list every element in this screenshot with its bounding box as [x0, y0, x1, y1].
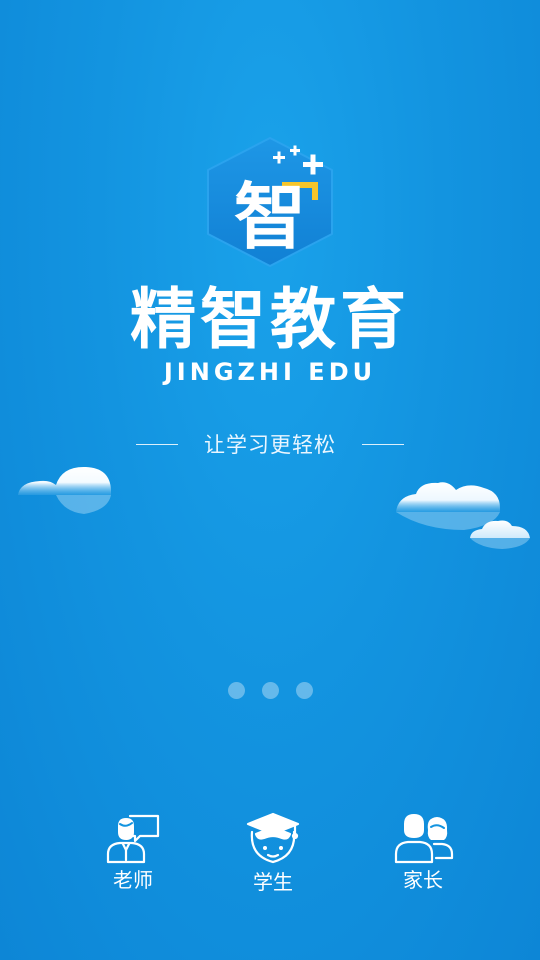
parent-label: 家长: [403, 868, 443, 892]
brand-subtitle: JINGZHI EDU: [163, 358, 377, 386]
logo-character: 智: [234, 175, 306, 259]
cloud-left-icon: [18, 466, 111, 514]
slogan-row: 让学习更轻松: [0, 426, 540, 462]
parent-icon: [394, 814, 454, 864]
brand-title: 精智教育: [130, 281, 410, 358]
parent-button[interactable]: 家长: [368, 810, 478, 900]
teacher-label: 老师: [113, 868, 153, 892]
page-dot[interactable]: [227, 682, 245, 699]
student-icon: [246, 812, 300, 864]
slogan-divider-right: [362, 443, 404, 445]
logo-badge-icon: 智: [207, 137, 333, 267]
teacher-button[interactable]: 老师: [78, 810, 188, 900]
app-logo: 智: [200, 134, 340, 270]
slogan-text: 让学习更轻松: [204, 433, 336, 457]
cloud-right-small-icon: [470, 520, 530, 549]
slogan-divider-left: [136, 443, 178, 445]
page-indicator: [0, 682, 540, 699]
teacher-icon: [106, 814, 160, 864]
page-dot[interactable]: [261, 682, 279, 699]
student-button[interactable]: 学生: [218, 810, 328, 900]
page-dot[interactable]: [295, 682, 313, 699]
student-label: 学生: [253, 870, 293, 894]
